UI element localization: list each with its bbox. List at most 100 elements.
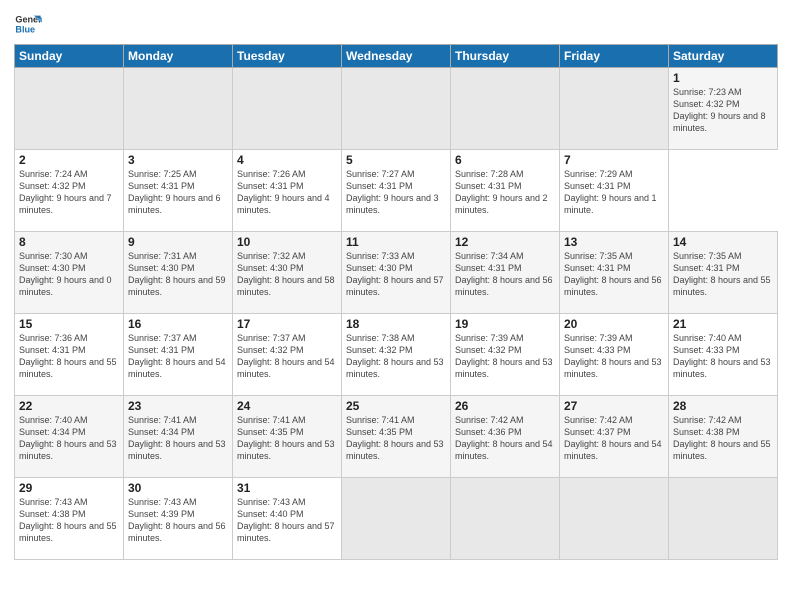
calendar-header-cell: Monday bbox=[124, 45, 233, 68]
calendar-day-cell: 31 Sunrise: 7:43 AMSunset: 4:40 PMDaylig… bbox=[233, 478, 342, 560]
calendar-header-cell: Friday bbox=[560, 45, 669, 68]
day-number: 11 bbox=[346, 235, 446, 249]
day-info: Sunrise: 7:41 AMSunset: 4:34 PMDaylight:… bbox=[128, 415, 226, 461]
calendar-day-cell: 7 Sunrise: 7:29 AMSunset: 4:31 PMDayligh… bbox=[560, 150, 669, 232]
day-number: 7 bbox=[564, 153, 664, 167]
calendar-day-cell: 3 Sunrise: 7:25 AMSunset: 4:31 PMDayligh… bbox=[124, 150, 233, 232]
day-info: Sunrise: 7:40 AMSunset: 4:33 PMDaylight:… bbox=[673, 333, 771, 379]
day-number: 20 bbox=[564, 317, 664, 331]
day-number: 2 bbox=[19, 153, 119, 167]
calendar-header-cell: Saturday bbox=[669, 45, 778, 68]
calendar-day-cell bbox=[233, 68, 342, 150]
calendar-header-cell: Wednesday bbox=[342, 45, 451, 68]
calendar-day-cell: 28 Sunrise: 7:42 AMSunset: 4:38 PMDaylig… bbox=[669, 396, 778, 478]
calendar-day-cell: 19 Sunrise: 7:39 AMSunset: 4:32 PMDaylig… bbox=[451, 314, 560, 396]
day-info: Sunrise: 7:43 AMSunset: 4:39 PMDaylight:… bbox=[128, 497, 226, 543]
calendar-day-cell: 17 Sunrise: 7:37 AMSunset: 4:32 PMDaylig… bbox=[233, 314, 342, 396]
day-number: 16 bbox=[128, 317, 228, 331]
calendar-day-cell: 24 Sunrise: 7:41 AMSunset: 4:35 PMDaylig… bbox=[233, 396, 342, 478]
day-number: 9 bbox=[128, 235, 228, 249]
day-info: Sunrise: 7:41 AMSunset: 4:35 PMDaylight:… bbox=[237, 415, 335, 461]
day-info: Sunrise: 7:35 AMSunset: 4:31 PMDaylight:… bbox=[673, 251, 771, 297]
day-number: 29 bbox=[19, 481, 119, 495]
day-info: Sunrise: 7:35 AMSunset: 4:31 PMDaylight:… bbox=[564, 251, 662, 297]
day-number: 13 bbox=[564, 235, 664, 249]
day-info: Sunrise: 7:37 AMSunset: 4:32 PMDaylight:… bbox=[237, 333, 335, 379]
calendar-header-row: SundayMondayTuesdayWednesdayThursdayFrid… bbox=[15, 45, 778, 68]
day-number: 23 bbox=[128, 399, 228, 413]
day-number: 24 bbox=[237, 399, 337, 413]
calendar-day-cell bbox=[124, 68, 233, 150]
day-info: Sunrise: 7:37 AMSunset: 4:31 PMDaylight:… bbox=[128, 333, 226, 379]
day-info: Sunrise: 7:41 AMSunset: 4:35 PMDaylight:… bbox=[346, 415, 444, 461]
day-number: 10 bbox=[237, 235, 337, 249]
day-info: Sunrise: 7:39 AMSunset: 4:32 PMDaylight:… bbox=[455, 333, 553, 379]
day-number: 26 bbox=[455, 399, 555, 413]
day-number: 5 bbox=[346, 153, 446, 167]
calendar-day-cell: 30 Sunrise: 7:43 AMSunset: 4:39 PMDaylig… bbox=[124, 478, 233, 560]
day-info: Sunrise: 7:29 AMSunset: 4:31 PMDaylight:… bbox=[564, 169, 657, 215]
calendar-day-cell bbox=[342, 68, 451, 150]
calendar-day-cell bbox=[451, 478, 560, 560]
day-number: 3 bbox=[128, 153, 228, 167]
calendar-day-cell: 29 Sunrise: 7:43 AMSunset: 4:38 PMDaylig… bbox=[15, 478, 124, 560]
day-number: 30 bbox=[128, 481, 228, 495]
day-info: Sunrise: 7:38 AMSunset: 4:32 PMDaylight:… bbox=[346, 333, 444, 379]
calendar-day-cell: 12 Sunrise: 7:34 AMSunset: 4:31 PMDaylig… bbox=[451, 232, 560, 314]
day-info: Sunrise: 7:42 AMSunset: 4:36 PMDaylight:… bbox=[455, 415, 553, 461]
day-number: 25 bbox=[346, 399, 446, 413]
calendar-week-row: 15 Sunrise: 7:36 AMSunset: 4:31 PMDaylig… bbox=[15, 314, 778, 396]
logo-icon: General Blue bbox=[14, 10, 42, 38]
day-number: 1 bbox=[673, 71, 773, 85]
day-number: 8 bbox=[19, 235, 119, 249]
day-info: Sunrise: 7:40 AMSunset: 4:34 PMDaylight:… bbox=[19, 415, 117, 461]
day-info: Sunrise: 7:23 AMSunset: 4:32 PMDaylight:… bbox=[673, 87, 766, 133]
calendar-day-cell: 15 Sunrise: 7:36 AMSunset: 4:31 PMDaylig… bbox=[15, 314, 124, 396]
day-info: Sunrise: 7:36 AMSunset: 4:31 PMDaylight:… bbox=[19, 333, 117, 379]
day-number: 17 bbox=[237, 317, 337, 331]
day-info: Sunrise: 7:30 AMSunset: 4:30 PMDaylight:… bbox=[19, 251, 112, 297]
header: General Blue bbox=[14, 10, 778, 38]
day-info: Sunrise: 7:32 AMSunset: 4:30 PMDaylight:… bbox=[237, 251, 335, 297]
calendar-day-cell: 4 Sunrise: 7:26 AMSunset: 4:31 PMDayligh… bbox=[233, 150, 342, 232]
day-info: Sunrise: 7:31 AMSunset: 4:30 PMDaylight:… bbox=[128, 251, 226, 297]
day-info: Sunrise: 7:24 AMSunset: 4:32 PMDaylight:… bbox=[19, 169, 112, 215]
calendar-header-cell: Thursday bbox=[451, 45, 560, 68]
calendar-day-cell: 11 Sunrise: 7:33 AMSunset: 4:30 PMDaylig… bbox=[342, 232, 451, 314]
page: General Blue SundayMondayTuesdayWednesda… bbox=[0, 0, 792, 612]
day-info: Sunrise: 7:27 AMSunset: 4:31 PMDaylight:… bbox=[346, 169, 439, 215]
calendar-day-cell bbox=[15, 68, 124, 150]
calendar-day-cell: 26 Sunrise: 7:42 AMSunset: 4:36 PMDaylig… bbox=[451, 396, 560, 478]
day-number: 4 bbox=[237, 153, 337, 167]
day-info: Sunrise: 7:33 AMSunset: 4:30 PMDaylight:… bbox=[346, 251, 444, 297]
calendar-day-cell: 18 Sunrise: 7:38 AMSunset: 4:32 PMDaylig… bbox=[342, 314, 451, 396]
day-info: Sunrise: 7:25 AMSunset: 4:31 PMDaylight:… bbox=[128, 169, 221, 215]
calendar-day-cell: 6 Sunrise: 7:28 AMSunset: 4:31 PMDayligh… bbox=[451, 150, 560, 232]
calendar-day-cell: 5 Sunrise: 7:27 AMSunset: 4:31 PMDayligh… bbox=[342, 150, 451, 232]
calendar-day-cell bbox=[560, 478, 669, 560]
logo: General Blue bbox=[14, 10, 46, 38]
calendar-day-cell bbox=[669, 478, 778, 560]
calendar-day-cell: 2 Sunrise: 7:24 AMSunset: 4:32 PMDayligh… bbox=[15, 150, 124, 232]
calendar-day-cell: 14 Sunrise: 7:35 AMSunset: 4:31 PMDaylig… bbox=[669, 232, 778, 314]
calendar-day-cell: 20 Sunrise: 7:39 AMSunset: 4:33 PMDaylig… bbox=[560, 314, 669, 396]
calendar-day-cell: 21 Sunrise: 7:40 AMSunset: 4:33 PMDaylig… bbox=[669, 314, 778, 396]
calendar-day-cell: 22 Sunrise: 7:40 AMSunset: 4:34 PMDaylig… bbox=[15, 396, 124, 478]
day-number: 6 bbox=[455, 153, 555, 167]
day-info: Sunrise: 7:34 AMSunset: 4:31 PMDaylight:… bbox=[455, 251, 553, 297]
calendar-header-cell: Tuesday bbox=[233, 45, 342, 68]
calendar-day-cell bbox=[342, 478, 451, 560]
calendar-week-row: 8 Sunrise: 7:30 AMSunset: 4:30 PMDayligh… bbox=[15, 232, 778, 314]
day-number: 19 bbox=[455, 317, 555, 331]
calendar-week-row: 1 Sunrise: 7:23 AMSunset: 4:32 PMDayligh… bbox=[15, 68, 778, 150]
day-info: Sunrise: 7:26 AMSunset: 4:31 PMDaylight:… bbox=[237, 169, 330, 215]
day-number: 18 bbox=[346, 317, 446, 331]
calendar-day-cell: 13 Sunrise: 7:35 AMSunset: 4:31 PMDaylig… bbox=[560, 232, 669, 314]
svg-text:Blue: Blue bbox=[15, 24, 35, 34]
day-number: 14 bbox=[673, 235, 773, 249]
calendar-week-row: 29 Sunrise: 7:43 AMSunset: 4:38 PMDaylig… bbox=[15, 478, 778, 560]
day-number: 15 bbox=[19, 317, 119, 331]
day-info: Sunrise: 7:39 AMSunset: 4:33 PMDaylight:… bbox=[564, 333, 662, 379]
calendar-body: 1 Sunrise: 7:23 AMSunset: 4:32 PMDayligh… bbox=[15, 68, 778, 560]
day-info: Sunrise: 7:42 AMSunset: 4:38 PMDaylight:… bbox=[673, 415, 771, 461]
